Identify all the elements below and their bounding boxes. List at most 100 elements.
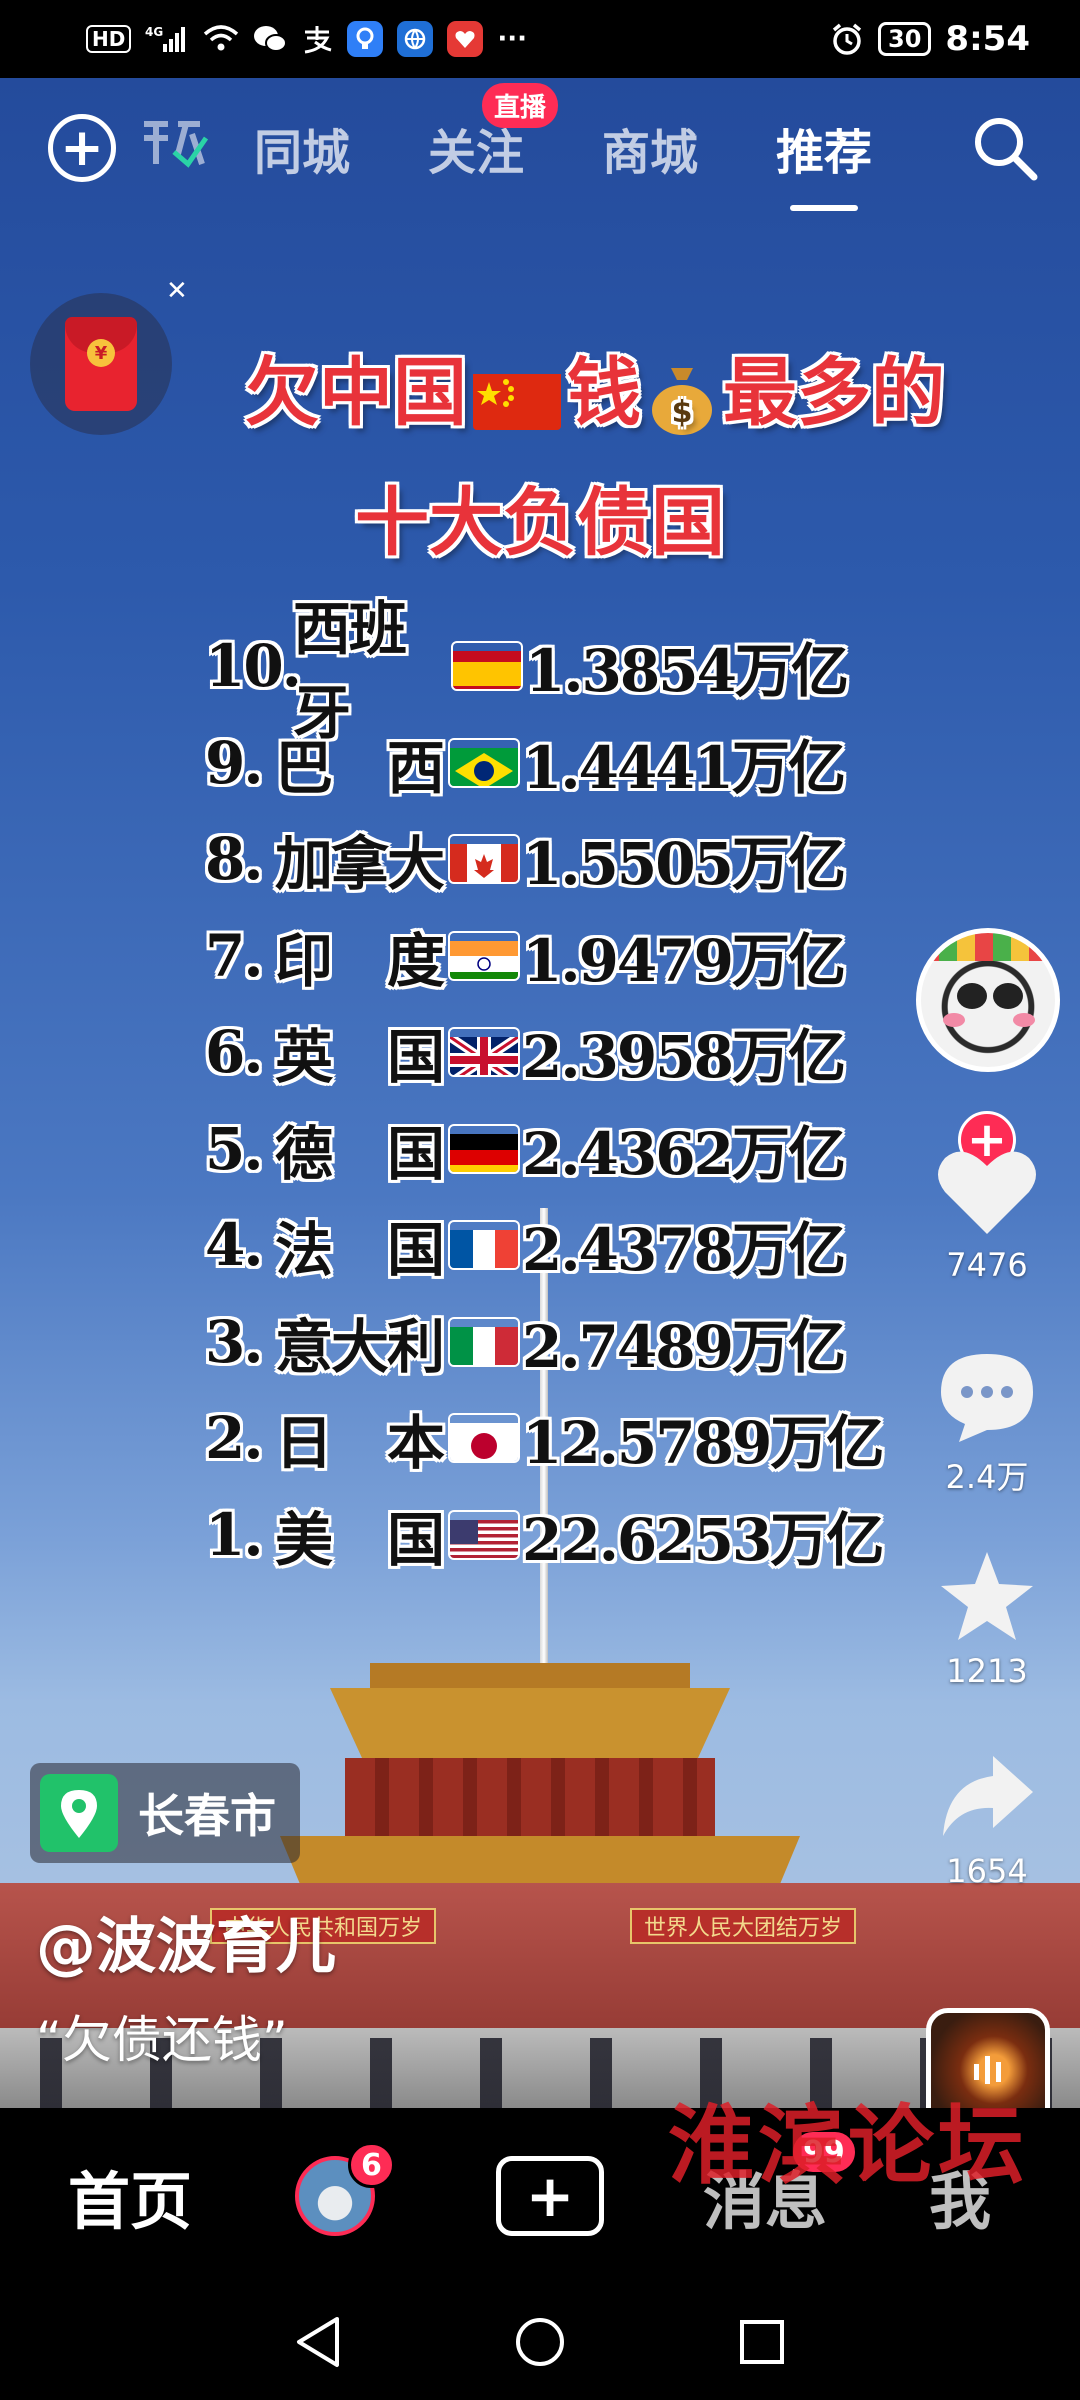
- headline-part-c: 最多的: [723, 350, 945, 436]
- signal-4g-icon: 4G: [145, 24, 189, 54]
- like-action[interactable]: 7476: [912, 1146, 1062, 1284]
- close-icon[interactable]: ✕: [166, 276, 188, 306]
- avatar-ring: [921, 933, 1055, 961]
- headline-line-2: 十大负债国: [355, 480, 725, 566]
- gate-roof-lower: [280, 1836, 800, 1886]
- heart-icon: [938, 1151, 1036, 1234]
- star-icon: [941, 1552, 1033, 1640]
- headline-part-b: 钱: [567, 350, 641, 436]
- tab-nearby[interactable]: 同城: [254, 113, 350, 183]
- country-name: 英 国: [275, 1023, 445, 1092]
- comment-action[interactable]: 2.4万: [912, 1348, 1062, 1498]
- avatar-eye: [957, 983, 987, 1009]
- share-icon: [943, 1756, 1033, 1836]
- gb-flag-icon: [450, 1029, 518, 1076]
- location-chip[interactable]: 长春市: [30, 1763, 300, 1863]
- rank-number: 8.: [205, 825, 264, 894]
- app-icon-globe: [397, 21, 434, 57]
- favorite-action[interactable]: 1213: [912, 1548, 1062, 1690]
- money-bag-icon: $: [647, 362, 717, 436]
- app-icon-red: [447, 21, 484, 57]
- rank-number: 9.: [205, 728, 264, 797]
- it-flag-icon: [450, 1319, 518, 1365]
- debt-amount: 1.4441万亿: [522, 733, 846, 802]
- tab-recommend-label: 推荐: [776, 125, 873, 181]
- create-button[interactable]: +: [450, 2156, 650, 2236]
- rank-number: 7.: [205, 921, 264, 990]
- rank-number: 10.: [205, 632, 302, 701]
- tab-recommend[interactable]: 推荐: [776, 113, 873, 211]
- country-name: 巴 西: [275, 733, 445, 802]
- tab-home[interactable]: 首页: [40, 2151, 220, 2241]
- avatar-cheek: [1013, 1013, 1035, 1027]
- live-badge: 直播: [482, 83, 559, 128]
- country-name: 加拿大: [275, 830, 445, 899]
- ca-flag-icon: [450, 836, 518, 883]
- jp-flag-icon: [450, 1415, 518, 1462]
- debt-amount: 1.9479万亿: [522, 926, 846, 995]
- forum-watermark: 淮滨论坛: [668, 2095, 1028, 2196]
- comment-count: 2.4万: [945, 1458, 1029, 1496]
- ranking-row: 3. 意大利 2.7489万亿: [205, 1294, 905, 1391]
- battery-icon: 30: [878, 22, 932, 56]
- top-nav: + 同城 关注 直播 商城 推荐: [0, 78, 1080, 218]
- debt-amount: 12.5789万亿: [522, 1409, 884, 1478]
- svg-text:$: $: [672, 395, 693, 430]
- active-tab-indicator: [790, 205, 859, 211]
- search-icon[interactable]: [970, 113, 1040, 183]
- friends-badge: 6: [348, 2142, 395, 2188]
- status-left-icons: HD 4G ···: [86, 21, 527, 57]
- tab-following[interactable]: 关注 直播: [428, 83, 559, 183]
- creator-avatar[interactable]: [916, 928, 1060, 1072]
- debt-amount: 2.4362万亿: [522, 1119, 846, 1188]
- fr-flag-icon: [450, 1222, 518, 1269]
- ranking-row: 6. 英 国 2.3958万亿: [205, 1004, 905, 1101]
- debt-amount: 2.4378万亿: [522, 1216, 846, 1285]
- like-count: 7476: [946, 1246, 1028, 1284]
- tab-nearby-label: 同城: [254, 125, 351, 181]
- ranking-row: 8. 加拿大 1.5505万亿: [205, 811, 905, 908]
- back-icon[interactable]: [293, 2315, 343, 2369]
- home-icon[interactable]: [513, 2315, 567, 2369]
- rank-number: 4.: [205, 1211, 264, 1280]
- gate-columns: [345, 1758, 715, 1838]
- tab-following-label: 关注: [428, 125, 525, 181]
- video-caption[interactable]: “欠债还钱”: [36, 2000, 288, 2072]
- country-name: 日 本: [275, 1409, 445, 1478]
- es-flag-icon: [453, 643, 521, 690]
- add-icon[interactable]: +: [48, 114, 116, 182]
- rank-number: 1.: [205, 1500, 264, 1569]
- svg-text:4G: 4G: [145, 25, 163, 39]
- share-count: 1654: [946, 1852, 1028, 1890]
- country-name: 印 度: [275, 926, 445, 995]
- video-player[interactable]: 中华人民共和国万岁 世界人民大团结万岁 + 同城 关注 直播 商城 推荐 ¥ ✕: [0, 78, 1080, 2108]
- headline-part-a: 欠中国: [245, 350, 467, 436]
- location-label: 长春市: [138, 1789, 276, 1843]
- ranking-row: 7. 印 度 1.9479万亿: [205, 908, 905, 1005]
- rank-number: 5.: [205, 1114, 264, 1183]
- status-right-icons: 30 8:54: [830, 19, 1030, 59]
- tab-friends[interactable]: 6: [220, 2142, 450, 2236]
- rank-number: 6.: [205, 1018, 264, 1087]
- status-bar: HD 4G ··· 30 8:54: [0, 0, 1080, 78]
- plus-icon: +: [496, 2156, 604, 2236]
- debt-amount: 1.3854万亿: [525, 637, 849, 706]
- cup-logo-icon[interactable]: [138, 114, 209, 182]
- share-action[interactable]: 1654: [912, 1748, 1062, 1890]
- author-name[interactable]: @波波育儿: [36, 1898, 336, 1985]
- rank-number: 2.: [205, 1404, 264, 1473]
- ranking-row: 5. 德 国 2.4362万亿: [205, 1101, 905, 1198]
- ranking-row: 2. 日 本 12.5789万亿: [205, 1390, 905, 1487]
- debt-ranking-list: 10. 西班牙 1.3854万亿 9. 巴 西 1.4441万亿 8. 加拿大 …: [205, 595, 905, 1583]
- debt-amount: 1.5505万亿: [522, 830, 846, 899]
- more-icon: ···: [497, 24, 527, 54]
- rank-number: 3.: [205, 1307, 264, 1376]
- system-nav-bar: [0, 2284, 1080, 2400]
- ranking-row: 9. 巴 西 1.4441万亿: [205, 715, 905, 812]
- recents-icon[interactable]: [737, 2317, 787, 2367]
- gate-roof-upper: [330, 1688, 730, 1758]
- nav-tabs: 同城 关注 直播 商城 推荐: [254, 83, 873, 211]
- favorite-count: 1213: [946, 1652, 1028, 1690]
- ranking-row: 10. 西班牙 1.3854万亿: [205, 595, 905, 747]
- tab-mall[interactable]: 商城: [602, 113, 698, 183]
